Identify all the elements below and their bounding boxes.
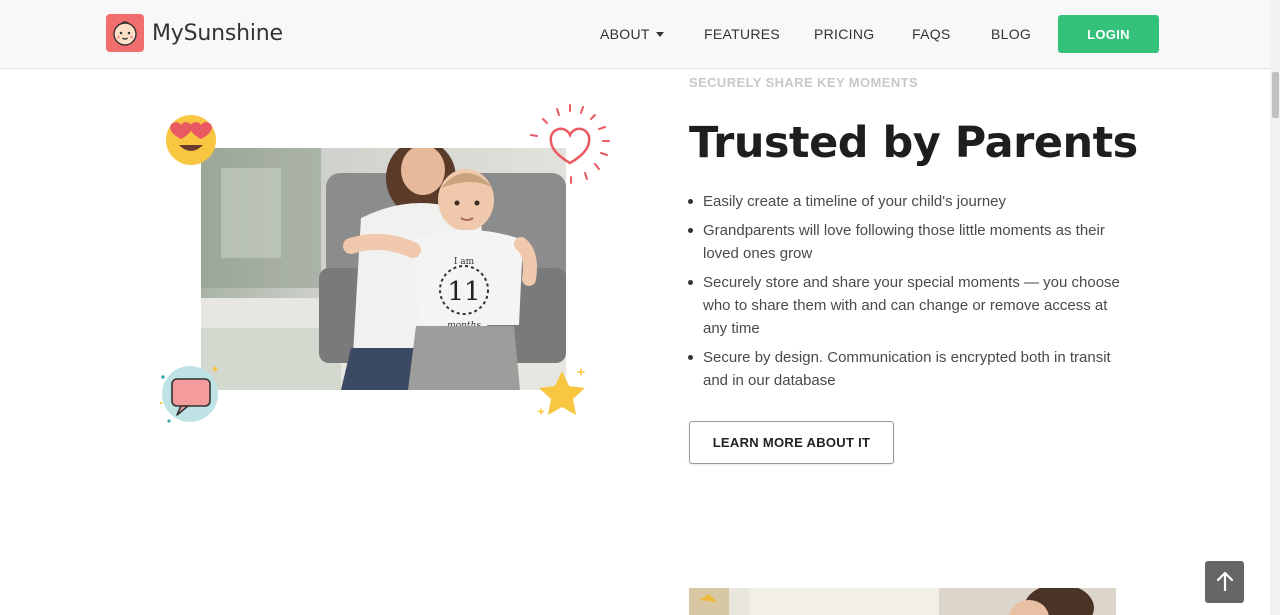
back-to-top-button[interactable] xyxy=(1205,561,1244,603)
nav-about[interactable]: ABOUT xyxy=(600,26,664,42)
feature-list: Easily create a timeline of your child's… xyxy=(688,190,1123,398)
section-eyebrow: SECURELY SHARE KEY MOMENTS xyxy=(689,75,919,90)
nav-pricing[interactable]: PRICING xyxy=(814,26,874,42)
next-section-photo xyxy=(689,588,1116,615)
caret-down-icon xyxy=(655,31,664,37)
section-title: Trusted by Parents xyxy=(689,118,1138,168)
heart-eyes-emoji-icon xyxy=(164,113,218,172)
parent-baby-photo: I am 11 months xyxy=(201,148,566,390)
login-button[interactable]: LOGIN xyxy=(1058,15,1159,53)
star-icon xyxy=(533,365,591,428)
feature-item: Securely store and share your special mo… xyxy=(688,271,1123,340)
learn-more-button[interactable]: LEARN MORE ABOUT IT xyxy=(689,421,894,464)
feature-item: Grandparents will love following those l… xyxy=(688,219,1123,265)
shirt-text-number: 11 xyxy=(447,277,480,307)
nav-faqs[interactable]: FAQS xyxy=(912,26,951,42)
nav-about-label: ABOUT xyxy=(600,26,650,42)
arrow-up-icon xyxy=(1215,570,1235,595)
navbar: MySunshine ABOUT FEATURES PRICING FAQS B… xyxy=(0,0,1280,69)
nav-blog[interactable]: BLOG xyxy=(991,26,1031,42)
scrollbar-thumb[interactable] xyxy=(1272,72,1279,118)
feature-item: Easily create a timeline of your child's… xyxy=(688,190,1123,213)
feature-item: Secure by design. Communication is encry… xyxy=(688,346,1123,392)
page: MySunshine ABOUT FEATURES PRICING FAQS B… xyxy=(0,0,1280,615)
heart-icon xyxy=(525,101,615,196)
page-scrollbar[interactable] xyxy=(1270,0,1280,615)
nav-features[interactable]: FEATURES xyxy=(704,26,780,42)
shirt-text-i-am: I am xyxy=(454,257,475,267)
chat-bubble-icon xyxy=(157,363,223,432)
